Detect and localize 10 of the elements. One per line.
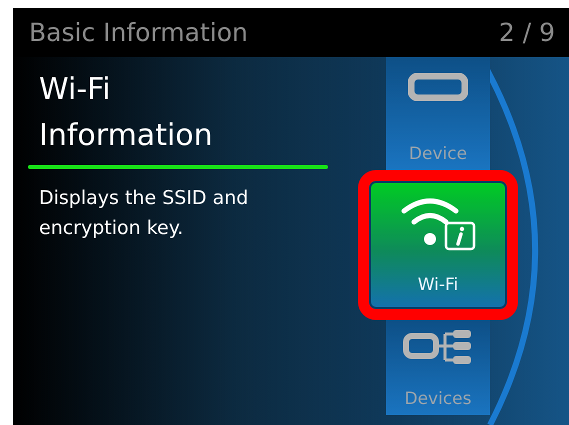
screen-title: Basic Information <box>29 18 248 47</box>
detail-title: Wi-Fi <box>38 71 112 109</box>
page-indicator: 2 / 9 <box>498 18 555 47</box>
menu-item[interactable]: Wi-Fi <box>358 170 518 320</box>
detail-title: Information <box>38 117 214 155</box>
devices-icon <box>403 330 473 366</box>
menu-item[interactable]: Device <box>386 57 490 170</box>
device-icon <box>408 73 468 101</box>
menu-item[interactable]: Devices <box>386 320 490 415</box>
description: Displays the SSID and encryption key. <box>38 186 250 241</box>
